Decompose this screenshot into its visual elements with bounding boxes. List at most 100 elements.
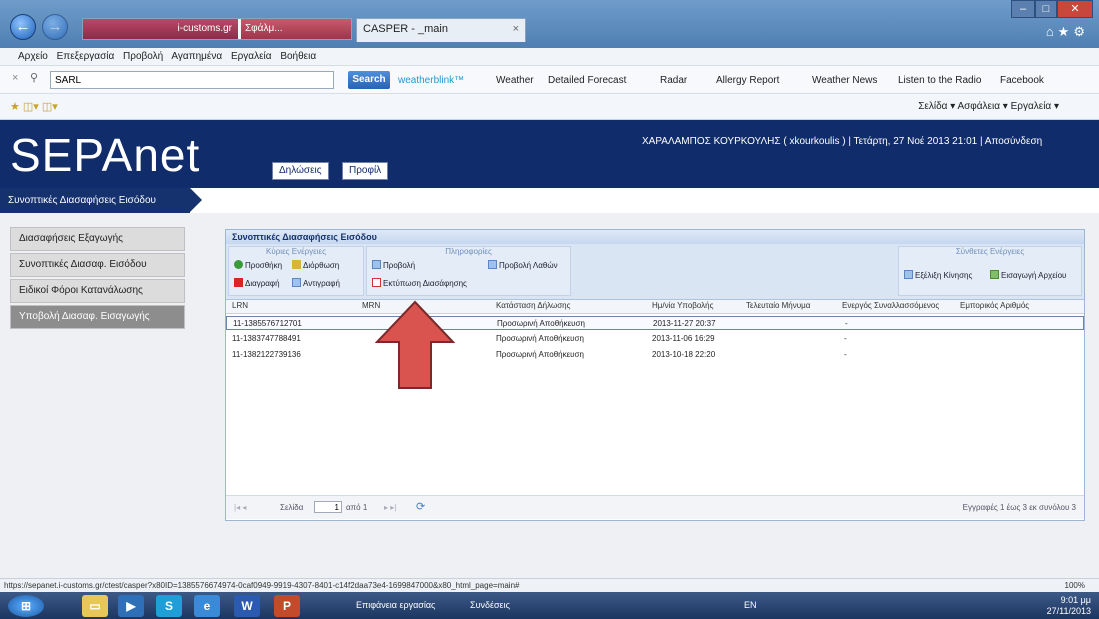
language-indicator[interactable]: EN [744, 600, 757, 610]
user-info: ΧΑΡΑΛΑΜΠΟΣ ΚΟΥΡΚΟΥΛΗΣ ( xkourkoulis ) | … [642, 136, 1043, 147]
add-button[interactable]: Προσθήκη [234, 260, 282, 270]
word-taskbar-icon[interactable]: W [234, 595, 260, 617]
group-main-actions: Κύριες Ενέργειες [228, 246, 364, 296]
add-icon [234, 260, 243, 269]
tab-casper-label: CASPER - _main [363, 23, 448, 35]
main-area: Διασαφήσεις Εξαγωγής Συνοπτικές Διασαφ. … [0, 213, 1099, 578]
annotation-arrow [375, 300, 455, 389]
taskbar: ⊞ ▭ ▶ S e W P Επιφάνεια εργασίας Συνδέσε… [0, 592, 1099, 619]
col-last-message[interactable]: Τελευταίο Μήνυμα [746, 301, 810, 310]
delete-icon [234, 278, 243, 287]
link-facebook[interactable]: Facebook [1000, 75, 1044, 86]
site-header: SEPAnet Δηλώσεις Προφίλ ΧΑΡΑΛΑΜΠΟΣ ΚΟΥΡΚ… [0, 120, 1099, 188]
col-lrn[interactable]: LRN [232, 301, 248, 310]
menu-favorites[interactable]: Αγαπημένα [171, 51, 222, 62]
site-logo: SEPAnet [10, 129, 201, 181]
link-detailed-forecast[interactable]: Detailed Forecast [548, 75, 626, 86]
skype-taskbar-icon[interactable]: S [156, 595, 182, 617]
maximize-button[interactable]: □ [1035, 0, 1057, 18]
menu-view[interactable]: Προβολή [123, 51, 163, 62]
nav-declarations[interactable]: Δηλώσεις [272, 162, 329, 180]
pager-records: Εγγραφές 1 έως 3 εκ συνόλου 3 [962, 503, 1076, 512]
sidebar-item-entry-summary[interactable]: Συνοπτικές Διασαφ. Εισόδου [10, 253, 185, 277]
group-main-title: Κύριες Ενέργειες [266, 247, 326, 256]
error-tab[interactable]: Σφάλμ... [241, 19, 351, 39]
window-controls: – □ ✕ [1011, 0, 1093, 18]
browser-title-bar: ← → i-customs.gr Σφάλμ... CASPER - _main… [0, 0, 1099, 48]
menu-file[interactable]: Αρχείο [18, 51, 48, 62]
page-number-input[interactable] [314, 501, 342, 513]
link-listen-radio[interactable]: Listen to the Radio [898, 75, 981, 86]
breadcrumb[interactable]: Συνοπτικές Διασαφήσεις Εισόδου [0, 188, 202, 213]
col-status[interactable]: Κατάσταση Δήλωσης [496, 301, 570, 310]
edit-button[interactable]: Διόρθωση [292, 260, 339, 270]
group-advanced-title: Σύνθετες Ενέργειες [955, 247, 1025, 256]
taskbar-links-label[interactable]: Συνδέσεις [470, 600, 510, 610]
start-button[interactable]: ⊞ [8, 595, 44, 617]
weatherblink-logo[interactable]: weatherblink™ [398, 75, 464, 86]
action-ribbon: Κύριες Ενέργειες Πληροφορίες Σύνθετες Εν… [226, 244, 1084, 300]
col-ref[interactable]: Εμπορικός Αριθμός [960, 301, 1029, 310]
sidebar-item-import[interactable]: Υποβολή Διασαφ. Εισαγωγής [10, 305, 185, 329]
taskbar-desktop-label[interactable]: Επιφάνεια εργασίας [356, 600, 435, 610]
copy-icon [292, 278, 301, 287]
close-tab-icon[interactable]: × [513, 23, 519, 35]
panel-title: Συνοπτικές Διασαφήσεις Εισόδου [226, 230, 1084, 244]
home-star-gear-icons[interactable]: ⌂★⚙ [1046, 24, 1089, 40]
print-declaration-button[interactable]: Εκτύπωση Διασάφησης [372, 278, 467, 288]
link-weather[interactable]: Weather [496, 75, 534, 86]
media-taskbar-icon[interactable]: ▶ [118, 595, 144, 617]
clock-time: 9:01 μμ [1060, 595, 1091, 605]
sidebar-item-export[interactable]: Διασαφήσεις Εξαγωγής [10, 227, 185, 251]
powerpoint-taskbar-icon[interactable]: P [274, 595, 300, 617]
import-file-button[interactable]: Εισαγωγή Αρχείου [990, 270, 1066, 280]
group-info: Πληροφορίες [366, 246, 571, 296]
col-date[interactable]: Ημ/νία Υποβολής [652, 301, 713, 310]
search-toolbar: × ⚲ Search weatherblink™ Weather Detaile… [0, 66, 1099, 94]
col-trader[interactable]: Ενεργός Συναλλασσόμενος [842, 301, 939, 310]
sidebar: Διασαφήσεις Εξαγωγής Συνοπτικές Διασαφ. … [10, 227, 185, 331]
view-button[interactable]: Προβολή [372, 260, 415, 270]
table-row[interactable]: 11-1385576712701 Προσωρινή Αποθήκευση 20… [226, 316, 1084, 330]
menu-tools[interactable]: Εργαλεία [231, 51, 272, 62]
view-errors-button[interactable]: Προβολή Λαθών [488, 260, 558, 270]
address-site: i-customs.gr [83, 19, 238, 39]
table-row[interactable]: 11-1383747788491 Προσωρινή Αποθήκευση 20… [226, 332, 1084, 346]
pager: |◂ ◂ Σελίδα από 1 ▸ ▸| ⟳ Εγγραφές 1 έως … [226, 495, 1084, 519]
copy-button[interactable]: Αντιγραφή [292, 278, 340, 288]
minimize-button[interactable]: – [1011, 0, 1035, 18]
favorites-icon[interactable]: ★ ◫▾ ◫▾ [10, 100, 58, 113]
clock[interactable]: 9:01 μμ 27/11/2013 [1047, 595, 1091, 617]
pdf-icon [372, 278, 381, 287]
toolbar-search-input[interactable] [50, 71, 334, 89]
tab-casper[interactable]: CASPER - _main × [356, 18, 526, 42]
command-bar-menus[interactable]: Σελίδα ▾ Ασφάλεια ▾ Εργαλεία ▾ [918, 101, 1059, 112]
group-info-title: Πληροφορίες [445, 247, 492, 256]
menu-edit[interactable]: Επεξεργασία [57, 51, 115, 62]
link-allergy-report[interactable]: Allergy Report [716, 75, 779, 86]
close-window-button[interactable]: ✕ [1057, 0, 1093, 18]
ie-taskbar-icon[interactable]: e [194, 595, 220, 617]
pager-of-label: από 1 [346, 503, 368, 512]
forward-button[interactable]: → [42, 14, 68, 40]
back-button[interactable]: ← [10, 14, 36, 40]
refresh-icon[interactable]: ⟳ [416, 500, 425, 513]
delete-button[interactable]: Διαγραφή [234, 278, 280, 288]
address-bar[interactable]: i-customs.gr Σφάλμ... [82, 18, 352, 40]
menu-bar: Αρχείο Επεξεργασία Προβολή Αγαπημένα Εργ… [0, 48, 1099, 66]
explorer-taskbar-icon[interactable]: ▭ [82, 595, 108, 617]
zoom-level[interactable]: 100% [1065, 579, 1085, 592]
link-radar[interactable]: Radar [660, 75, 687, 86]
pager-next-last-icons[interactable]: ▸ ▸| [384, 503, 396, 512]
table-row[interactable]: 11-1382122739136 Προσωρινή Αποθήκευση 20… [226, 348, 1084, 362]
close-toolbar-icon[interactable]: × [12, 72, 18, 84]
menu-help[interactable]: Βοήθεια [280, 51, 316, 62]
link-weather-news[interactable]: Weather News [812, 75, 877, 86]
search-button[interactable]: Search [348, 71, 390, 89]
sidebar-item-excise[interactable]: Ειδικοί Φόροι Κατανάλωσης [10, 279, 185, 303]
track-movement-button[interactable]: Εξέλιξη Κίνησης [904, 270, 972, 280]
status-bar: https://sepanet.i-customs.gr/ctest/caspe… [0, 578, 1099, 592]
nav-profile[interactable]: Προφίλ [342, 162, 389, 180]
pager-first-prev-icons[interactable]: |◂ ◂ [234, 503, 246, 512]
pencil-icon [292, 260, 301, 269]
